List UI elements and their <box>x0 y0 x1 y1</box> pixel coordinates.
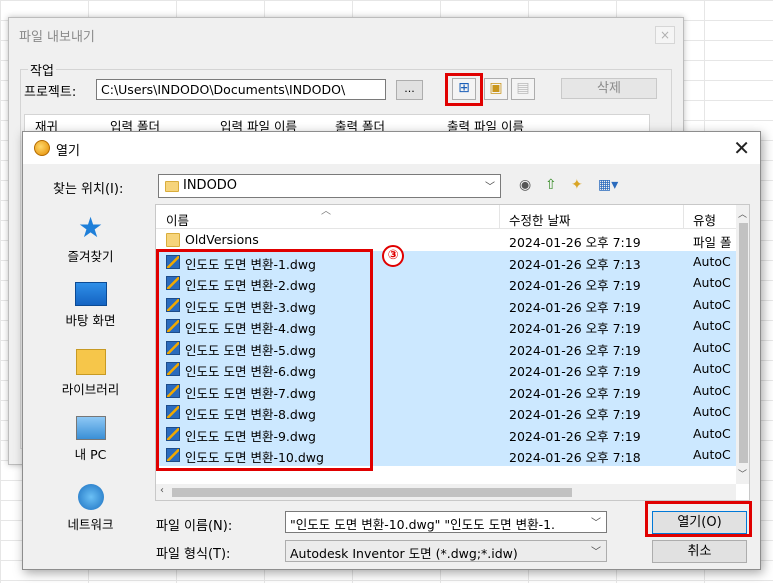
file-date: 2024-01-26 오후 7:19 <box>509 407 641 422</box>
place-library[interactable]: 라이브러리 <box>33 349 148 398</box>
selected-files-highlight <box>156 249 373 471</box>
sort-up-icon: ︿ <box>321 206 331 217</box>
chevron-down-icon[interactable]: ﹀ <box>591 514 601 529</box>
place-label: 내 PC <box>74 447 107 462</box>
filename-input[interactable]: "인도도 도면 변환-10.dwg" "인도도 도면 변환-1. <box>285 511 607 533</box>
place-label: 바탕 화면 <box>65 313 116 328</box>
file-date: 2024-01-26 오후 7:19 <box>509 385 641 401</box>
file-type: AutoC <box>693 361 731 376</box>
place-network[interactable]: 네트워크 <box>33 484 148 533</box>
file-date: 2024-01-26 오후 7:19 <box>509 364 641 379</box>
browse-button[interactable]: ... <box>396 80 423 100</box>
file-type: AutoC <box>693 318 731 333</box>
file-list-header: 이름 ︿ 수정한 날짜 유형 <box>156 205 736 229</box>
file-type: AutoC <box>693 382 731 398</box>
place-label: 네트워크 <box>67 517 114 532</box>
chevron-down-icon[interactable]: ﹀ <box>591 543 601 558</box>
add-file-highlight <box>445 73 483 106</box>
column-date[interactable]: 수정한 날짜 <box>509 210 570 229</box>
place-favorites[interactable]: ★ 즐겨찾기 <box>33 214 148 265</box>
place-desktop[interactable]: 바탕 화면 <box>33 282 148 329</box>
file-date: 2024-01-26 오후 7:13 <box>509 256 641 272</box>
folder-icon <box>166 233 180 247</box>
file-date: 2024-01-26 오후 7:19 <box>509 278 641 293</box>
file-row[interactable]: OldVersions 2024-01-26 오후 7:19 파일 폴 <box>156 229 736 251</box>
file-date: 2024-01-26 오후 7:19 <box>509 321 641 336</box>
chevron-down-icon: ﹀ <box>485 182 495 193</box>
folder-icon <box>165 181 179 192</box>
step-badge: ③ <box>382 245 404 267</box>
file-date: 2024-01-26 오후 7:19 <box>509 299 641 315</box>
column-name[interactable]: 이름 <box>166 210 189 229</box>
file-type: 파일 폴 <box>693 235 732 250</box>
open-dialog-titlebar: 열기 ✕ <box>23 132 760 164</box>
project-path-field[interactable]: C:\Users\INDODO\Documents\INDODO\ <box>96 79 386 100</box>
up-folder-icon[interactable]: ⇧ <box>545 177 557 193</box>
add-folder-icon[interactable]: ▣ <box>484 78 508 100</box>
desktop-icon <box>74 282 107 306</box>
open-dialog-title: 열기 <box>56 144 80 159</box>
project-label: 프로젝트: <box>24 85 77 100</box>
file-date: 2024-01-26 오후 7:19 <box>509 428 641 444</box>
header-divider <box>683 205 684 229</box>
app-icon <box>34 140 50 156</box>
filetype-label: 파일 형식(T): <box>156 547 231 562</box>
view-menu-icon[interactable]: ▦▾ <box>598 177 618 193</box>
places-bar: ★ 즐겨찾기 바탕 화면 라이브러리 내 PC 네트워크 <box>33 204 148 539</box>
file-type: AutoC <box>693 339 731 355</box>
file-type: AutoC <box>693 447 731 462</box>
file-type: AutoC <box>693 404 731 419</box>
library-icon <box>75 349 106 375</box>
scroll-up-icon[interactable]: ︿ <box>738 207 747 220</box>
new-folder-icon[interactable]: ✦ <box>571 177 583 193</box>
lookin-value: INDODO <box>183 178 238 193</box>
place-label: 라이브러리 <box>61 382 120 397</box>
export-close-button[interactable]: × <box>655 26 675 44</box>
computer-icon <box>75 416 106 440</box>
file-date: 2024-01-26 오후 7:19 <box>509 342 641 358</box>
file-type: AutoC <box>693 296 731 312</box>
open-button-highlight <box>645 501 752 537</box>
filetype-select[interactable]: Autodesk Inventor 도면 (*.dwg;*.idw) <box>285 540 607 562</box>
header-divider <box>499 205 500 229</box>
filename-label: 파일 이름(N): <box>156 519 233 534</box>
file-name: OldVersions <box>185 232 259 247</box>
close-icon[interactable]: ✕ <box>733 136 750 160</box>
file-type: AutoC <box>693 275 731 290</box>
delete-button[interactable]: 삭제 <box>561 78 657 99</box>
file-type: AutoC <box>693 425 731 441</box>
file-date: 2024-01-26 오후 7:18 <box>509 450 641 465</box>
star-icon: ★ <box>77 211 104 244</box>
task-group-label: 작업 <box>28 60 56 79</box>
place-label: 즐겨찾기 <box>67 249 114 264</box>
horizontal-scroll-thumb[interactable] <box>172 488 572 497</box>
lookin-label: 찾는 위치(I): <box>53 182 124 197</box>
edit-item-icon[interactable]: ▤ <box>511 78 535 100</box>
vertical-scroll-thumb[interactable] <box>739 223 748 463</box>
back-icon[interactable]: ◉ <box>519 177 531 193</box>
file-date: 2024-01-26 오후 7:19 <box>509 235 641 250</box>
lookin-combo[interactable]: INDODO ﹀ <box>158 174 501 198</box>
column-type[interactable]: 유형 <box>693 210 716 229</box>
cancel-button[interactable]: 취소 <box>652 540 747 563</box>
export-dialog-title: 파일 내보내기 <box>19 30 95 45</box>
network-icon <box>77 484 104 510</box>
scroll-left-icon[interactable]: ‹ <box>160 485 164 496</box>
scroll-down-icon[interactable]: ﹀ <box>738 467 747 480</box>
file-type: AutoC <box>693 253 731 269</box>
place-this-pc[interactable]: 내 PC <box>33 416 148 463</box>
